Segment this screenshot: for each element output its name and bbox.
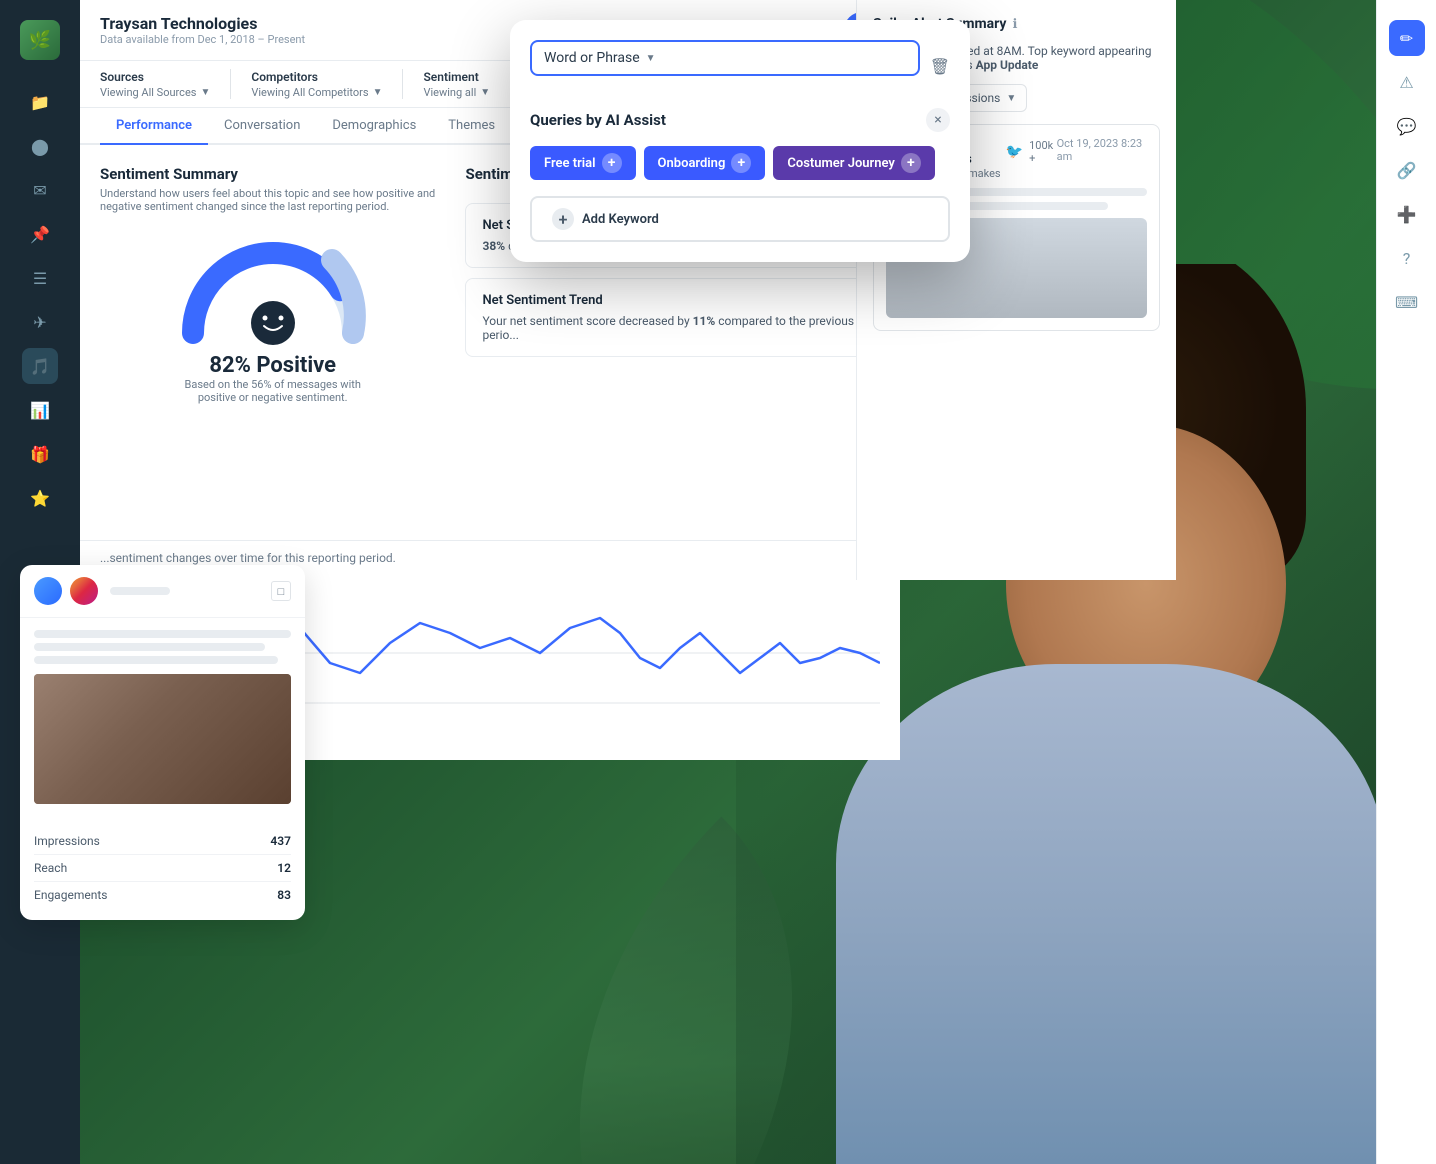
- sentiment-subtitle: Understand how users feel about this top…: [100, 187, 445, 213]
- sidebar-item-audio[interactable]: 🎵: [22, 348, 58, 384]
- right-alert-icon[interactable]: ⚠: [1389, 64, 1425, 100]
- right-sidebar: ✏ ⚠ 💬 🔗 ➕ ? ⌨: [1376, 0, 1436, 1164]
- chart-subtitle: ...sentiment changes over time for this …: [100, 551, 880, 565]
- social-card-header: □: [20, 565, 305, 618]
- reach-value: 12: [277, 861, 291, 875]
- social-image-content: [34, 674, 291, 804]
- social-card-checkbox[interactable]: □: [271, 581, 291, 601]
- sidebar-item-pin[interactable]: 📌: [22, 216, 58, 252]
- social-stats: Impressions 437 Reach 12 Engagements 83: [20, 828, 305, 920]
- spike-info-icon[interactable]: ℹ: [1012, 17, 1017, 32]
- social-card: □ Impressions 437 Reach 12 Engagements: [20, 565, 305, 920]
- sidebar-item-send[interactable]: ✈: [22, 304, 58, 340]
- competitors-label: Competitors: [251, 70, 382, 84]
- modal-close-button[interactable]: ×: [926, 108, 950, 132]
- competitors-filter[interactable]: Competitors Viewing All Competitors ▼: [251, 70, 382, 99]
- skeleton-line-3: [34, 656, 278, 664]
- tab-demographics[interactable]: Demographics: [316, 108, 432, 145]
- impressions-chevron: ▼: [1006, 93, 1016, 104]
- right-add-icon[interactable]: ➕: [1389, 196, 1425, 232]
- gauge-value: 82% Positive: [209, 353, 336, 378]
- sentiment-chevron: ▼: [480, 87, 490, 98]
- net-trend-title: Net Sentiment Trend: [482, 293, 863, 308]
- engagements-label: Engagements: [34, 888, 107, 902]
- tab-conversation[interactable]: Conversation: [208, 108, 316, 145]
- tab-performance[interactable]: Performance: [100, 108, 208, 145]
- sources-filter[interactable]: Sources Viewing All Sources ▼: [100, 70, 210, 99]
- net-trend-card: Net Sentiment Trend Your net sentiment s…: [465, 278, 880, 357]
- right-keyboard-icon[interactable]: ⌨: [1389, 284, 1425, 320]
- competitors-value: Viewing All Competitors ▼: [251, 86, 382, 99]
- app-logo[interactable]: 🌿: [20, 20, 60, 60]
- engagements-value: 83: [277, 888, 291, 902]
- sources-label: Sources: [100, 70, 210, 84]
- sentiment-value: Viewing all ▼: [423, 86, 490, 99]
- brand-name: Traysan Technologies: [100, 14, 305, 33]
- right-edit-icon[interactable]: ✏: [1389, 20, 1425, 56]
- sentiment-section: Sentiment Summary Understand how users f…: [100, 165, 445, 414]
- modal-header: Queries by AI Assist ×: [530, 108, 950, 132]
- skeleton-line-2: [34, 643, 265, 651]
- social-card-body: [20, 618, 305, 828]
- brand-info: Traysan Technologies Data available from…: [100, 14, 305, 46]
- sidebar-item-gift[interactable]: 🎁: [22, 436, 58, 472]
- impressions-stat: Impressions 437: [34, 828, 291, 855]
- tag-costumer-journey[interactable]: Costumer Journey +: [773, 146, 935, 180]
- tag-onboarding[interactable]: Onboarding +: [644, 146, 766, 180]
- tag-onboarding-plus[interactable]: +: [731, 153, 751, 173]
- skeleton-line-1: [34, 630, 291, 638]
- filter-divider-1: [230, 69, 231, 99]
- right-help-icon[interactable]: ?: [1389, 240, 1425, 276]
- keyword-modal: Word or Phrase ▼ 🗑 Queries by AI Assist …: [510, 20, 970, 262]
- message-date: Oct 19, 2023 8:23 am: [1057, 137, 1147, 163]
- right-link-icon[interactable]: 🔗: [1389, 152, 1425, 188]
- search-chevron: ▼: [646, 53, 656, 64]
- competitors-chevron: ▼: [373, 87, 383, 98]
- tag-free-trial[interactable]: Free trial +: [530, 146, 636, 180]
- trash-button[interactable]: 🗑: [930, 57, 950, 76]
- main-container: 🌿 📁 ⬤ ✉ 📌 ☰ ✈ 🎵 📊 🎁 ⭐ Traysan Technologi…: [0, 0, 1436, 1164]
- social-skeleton: [110, 587, 170, 595]
- reach-stat: Reach 12: [34, 855, 291, 882]
- twitter-icon: 🐦: [1006, 144, 1023, 160]
- add-keyword-button[interactable]: + Add Keyword: [530, 196, 950, 242]
- social-icons: [34, 577, 170, 605]
- sentiment-filter[interactable]: Sentiment Viewing all ▼: [423, 70, 490, 99]
- user-followers: 100k +: [1029, 139, 1057, 165]
- add-keyword-icon: +: [552, 208, 574, 230]
- sentiment-label: Sentiment: [423, 70, 490, 84]
- sidebar-item-folder[interactable]: 📁: [22, 84, 58, 120]
- brand-subtitle: Data available from Dec 1, 2018 – Presen…: [100, 33, 305, 46]
- modal-title: Queries by AI Assist: [530, 111, 666, 129]
- search-text: Word or Phrase ▼: [544, 50, 906, 66]
- filter-divider-2: [402, 69, 403, 99]
- modal-tags: Free trial + Onboarding + Costumer Journ…: [530, 146, 950, 180]
- sidebar-item-mail[interactable]: ✉: [22, 172, 58, 208]
- tag-free-trial-plus[interactable]: +: [602, 153, 622, 173]
- tag-costumer-journey-plus[interactable]: +: [901, 153, 921, 173]
- gauge-svg: [173, 233, 373, 353]
- engagements-stat: Engagements 83: [34, 882, 291, 908]
- modal-search-input[interactable]: Word or Phrase ▼: [530, 40, 920, 76]
- gauge-label: Based on the 56% of messages with positi…: [183, 378, 363, 404]
- impressions-value: 437: [270, 834, 291, 848]
- skeleton-1: [34, 630, 291, 664]
- right-chat-icon[interactable]: 💬: [1389, 108, 1425, 144]
- sentiment-title: Sentiment Summary: [100, 165, 445, 183]
- impressions-label: Impressions: [34, 834, 100, 848]
- sidebar-item-circle[interactable]: ⬤: [22, 128, 58, 164]
- tab-themes[interactable]: Themes: [432, 108, 511, 145]
- sources-value: Viewing All Sources ▼: [100, 86, 210, 99]
- sidebar-item-list[interactable]: ☰: [22, 260, 58, 296]
- instagram-icon: [70, 577, 98, 605]
- sidebar-item-star[interactable]: ⭐: [22, 480, 58, 516]
- net-trend-desc: Your net sentiment score decreased by 11…: [482, 314, 863, 342]
- sentiment-gauge: 82% Positive Based on the 56% of message…: [100, 233, 445, 404]
- social-image: [34, 674, 291, 804]
- sidebar-item-chart[interactable]: 📊: [22, 392, 58, 428]
- reach-label: Reach: [34, 861, 67, 875]
- gradient-circle: [34, 577, 62, 605]
- sources-chevron: ▼: [200, 87, 210, 98]
